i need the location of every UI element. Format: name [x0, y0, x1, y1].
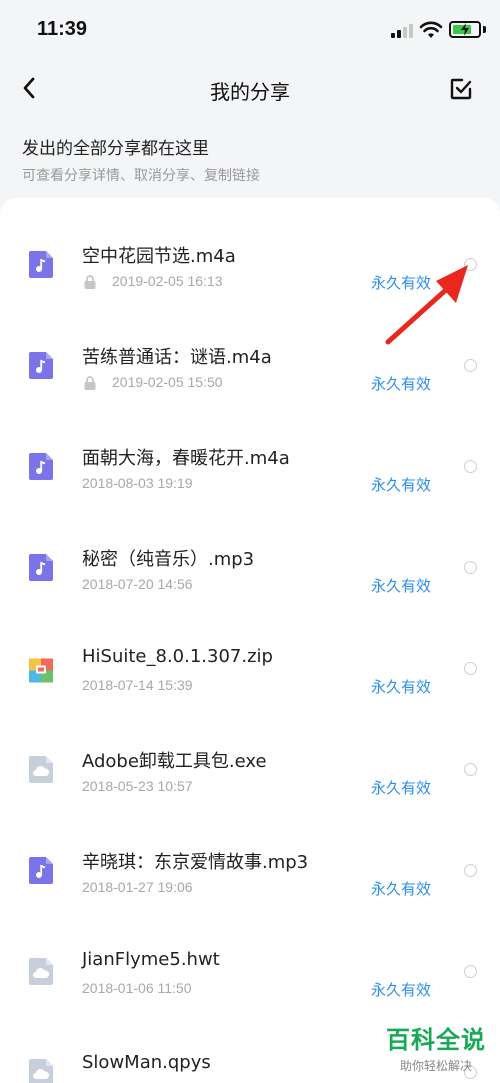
share-date: 2018-07-20 14:56	[82, 576, 193, 592]
cloud-file-icon	[29, 958, 53, 985]
list-item[interactable]: JianFlyme5.hwt 2018-01-06 11:50 永久有效	[0, 931, 500, 1032]
battery-icon	[449, 21, 481, 38]
lock-icon	[84, 275, 96, 289]
validity-label: 永久有效	[371, 981, 432, 999]
watermark-subtitle: 助你轻松解决	[399, 1059, 472, 1073]
signal-icon	[391, 24, 415, 38]
validity-label: 永久有效	[371, 678, 432, 696]
intro-section: 发出的全部分享都在这里 可查看分享详情、取消分享、复制链接	[22, 134, 260, 185]
list-item[interactable]: 辛晓琪：东京爱情故事.mp3 2018-01-27 19:06 永久有效	[0, 830, 500, 931]
file-name: 苦练普通话：谜语.m4a	[82, 347, 272, 368]
file-name: 面朝大海，春暖花开.m4a	[82, 448, 290, 469]
lock-icon	[84, 376, 96, 390]
select-radio[interactable]	[464, 359, 477, 372]
music-file-icon	[29, 554, 53, 581]
select-radio[interactable]	[464, 864, 477, 877]
intro-subtitle: 可查看分享详情、取消分享、复制链接	[22, 168, 260, 184]
red-annotation-arrow	[385, 265, 468, 345]
select-radio[interactable]	[464, 662, 477, 675]
list-item[interactable]: HiSuite_8.0.1.307.zip 2018-07-14 15:39 永…	[0, 628, 500, 729]
list-item[interactable]: 秘密（纯音乐）.mp3 2018-07-20 14:56 永久有效	[0, 527, 500, 628]
nav-bar: 我的分享	[0, 60, 500, 118]
validity-label: 永久有效	[371, 779, 432, 797]
validity-label: 永久有效	[371, 880, 432, 898]
list-item[interactable]: 面朝大海，春暖花开.m4a 2018-08-03 19:19 永久有效	[0, 426, 500, 527]
cloud-file-icon	[29, 1059, 53, 1083]
share-date: 2018-08-03 19:19	[82, 475, 193, 491]
validity-label: 永久有效	[371, 577, 432, 595]
battery-tip	[483, 26, 486, 33]
share-date: 2018-01-27 19:06	[82, 879, 193, 895]
list-item[interactable]: Adobe卸载工具包.exe 2018-05-23 10:57 永久有效	[0, 729, 500, 830]
select-radio[interactable]	[464, 460, 477, 473]
watermark: 百科全说 助你轻松解决	[386, 1020, 486, 1074]
wifi-icon	[419, 21, 443, 38]
zip-file-icon	[29, 658, 53, 683]
file-name: 空中花园节选.m4a	[82, 246, 236, 267]
cloud-file-icon	[29, 756, 53, 783]
page-title: 我的分享	[210, 80, 290, 104]
share-date: 2019-02-05 15:50	[112, 374, 223, 390]
select-radio[interactable]	[464, 965, 477, 978]
music-file-icon	[29, 453, 53, 480]
share-date: 2018-05-23 10:57	[82, 778, 193, 794]
validity-label: 永久有效	[371, 476, 432, 494]
watermark-title: 百科全说	[386, 1026, 486, 1054]
select-radio[interactable]	[464, 763, 477, 776]
status-time: 11:39	[37, 18, 88, 40]
music-file-icon	[29, 251, 53, 278]
file-name: HiSuite_8.0.1.307.zip	[82, 646, 273, 667]
file-name: SlowMan.qpys	[82, 1052, 211, 1073]
music-file-icon	[29, 857, 53, 884]
file-name: 秘密（纯音乐）.mp3	[82, 549, 255, 570]
share-date: 2019-02-05 16:13	[112, 273, 223, 289]
file-name: Adobe卸载工具包.exe	[82, 751, 267, 772]
validity-label: 永久有效	[371, 375, 432, 393]
intro-title: 发出的全部分享都在这里	[22, 139, 209, 159]
multi-select-checkbox-icon[interactable]	[448, 76, 474, 102]
file-name: JianFlyme5.hwt	[82, 949, 220, 970]
music-file-icon	[29, 352, 53, 379]
share-date: 2018-07-14 15:39	[82, 677, 193, 693]
status-bar: 11:39	[0, 0, 500, 60]
share-date: 2018-01-06 11:50	[82, 980, 192, 996]
file-name: 辛晓琪：东京爱情故事.mp3	[82, 852, 309, 873]
select-radio[interactable]	[464, 561, 477, 574]
